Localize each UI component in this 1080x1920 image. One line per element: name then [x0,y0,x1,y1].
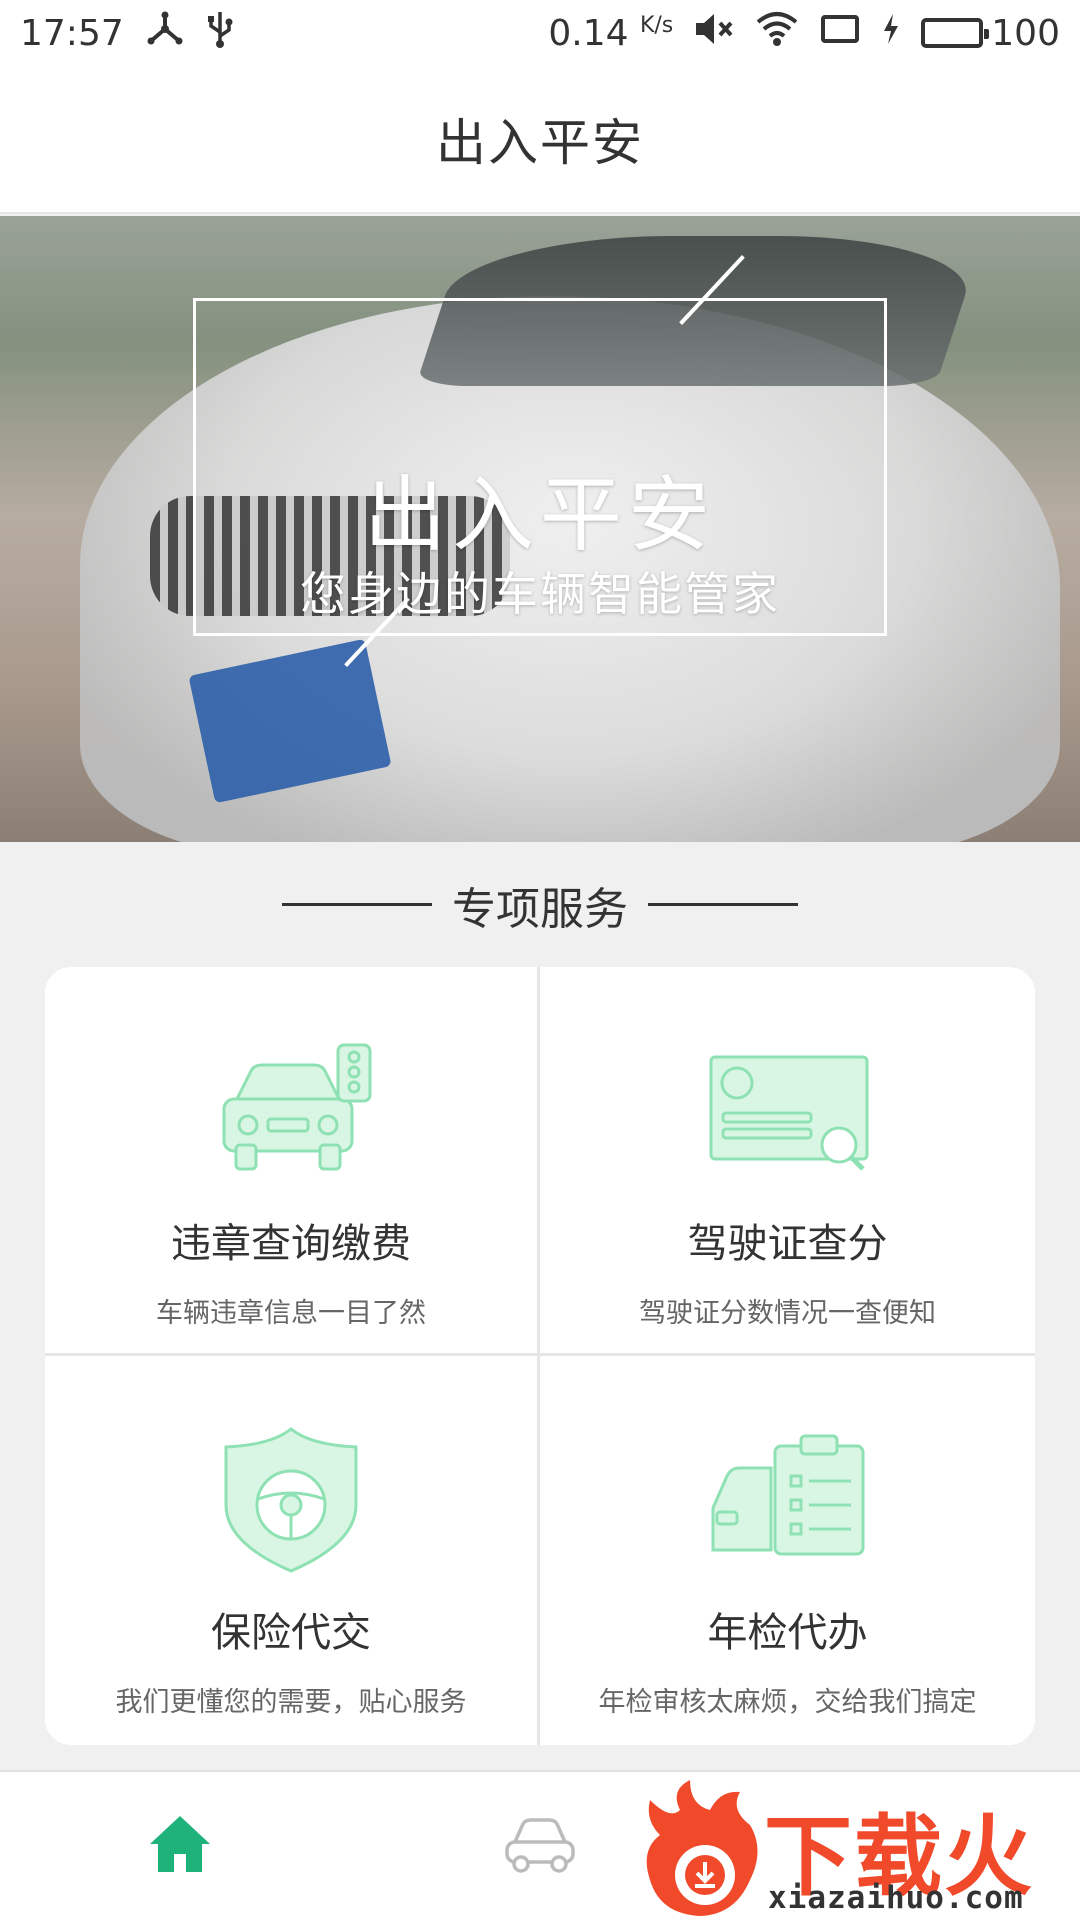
battery-indicator: 100 [921,13,1060,54]
car-checklist-icon [703,1430,873,1570]
screen-icon [819,13,861,54]
car-traffic-light-icon [206,1041,376,1181]
service-name: 保险代交 [211,1610,371,1656]
charging-icon [881,12,901,55]
nav-home[interactable] [0,1772,360,1920]
hero-banner[interactable]: 出入平安 您身边的车辆智能管家 [0,216,1080,842]
status-bar: 17:57 0.14 K/s 100 [0,0,1080,66]
wifi-icon [755,10,799,57]
service-desc: 驾驶证分数情况一查便知 [639,1298,936,1329]
watermark-logo: 下载火 xiazaihuo.com [640,1780,1080,1920]
usb-tether-icon [146,11,184,56]
heading-line-left [282,903,432,906]
car-icon [501,1812,579,1880]
service-license-points[interactable]: 驾驶证查分 驾驶证分数情况一查便知 [540,967,1035,1356]
watermark-url: xiazaihuo.com [768,1880,1024,1916]
license-search-icon [703,1041,873,1181]
banner-title: 出入平安 [363,468,716,563]
network-speed: 0.14 K/s [548,13,673,54]
service-name: 驾驶证查分 [687,1221,888,1267]
speed-unit: K/s [639,12,674,38]
speed-value: 0.14 [548,12,629,54]
mute-icon [693,11,735,56]
flame-logo-icon [646,1780,758,1916]
heading-line-right [648,903,798,906]
battery-level: 100 [991,12,1060,54]
service-desc: 我们更懂您的需要，贴心服务 [115,1687,467,1718]
service-violation-query[interactable]: 违章查询缴费 车辆违章信息一目了然 [45,967,540,1356]
home-icon [148,1814,212,1878]
usb-icon [206,10,234,57]
page-title: 出入平安 [436,114,644,172]
shield-steering-wheel-icon [206,1427,376,1573]
app-header: 出入平安 [0,66,1080,214]
section-heading: 专项服务 [0,842,1080,967]
service-desc: 车辆违章信息一目了然 [156,1298,426,1329]
service-insurance[interactable]: 保险代交 我们更懂您的需要，贴心服务 [45,1356,540,1745]
services-grid: 违章查询缴费 车辆违章信息一目了然 驾驶证查分 驾驶证分数情况一查便知 保险代交… [45,967,1035,1745]
banner-subtitle: 您身边的车辆智能管家 [300,567,780,621]
status-time: 17:57 [20,12,124,54]
service-name: 年检代办 [707,1610,868,1656]
battery-icon [921,18,990,48]
service-name: 违章查询缴费 [171,1221,411,1267]
service-annual-inspection[interactable]: 年检代办 年检审核太麻烦，交给我们搞定 [540,1356,1035,1745]
service-desc: 年检审核太麻烦，交给我们搞定 [598,1687,977,1718]
section-title: 专项服务 [452,883,628,935]
